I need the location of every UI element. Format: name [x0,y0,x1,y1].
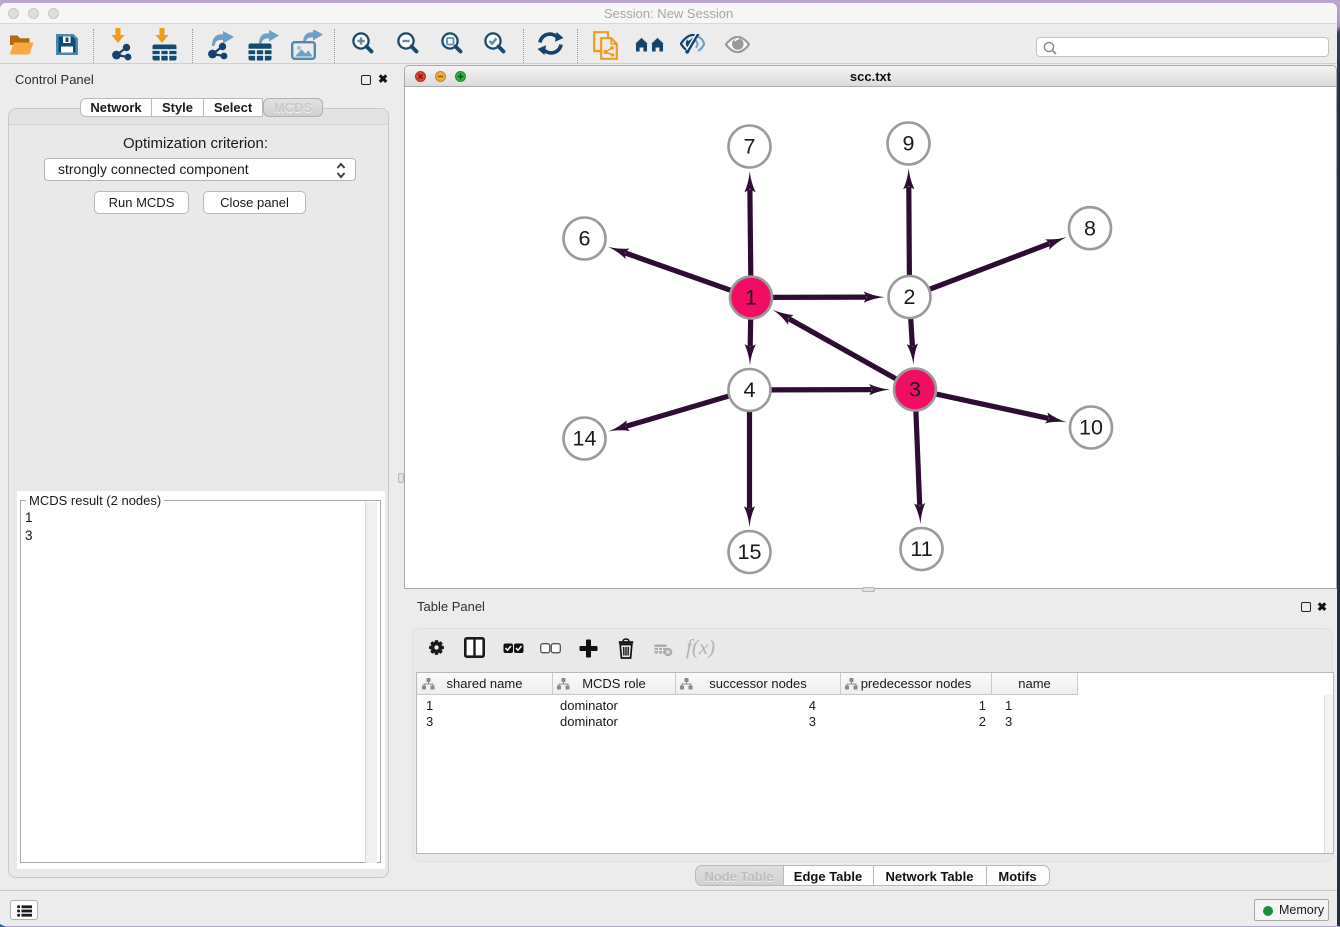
svg-text:10: 10 [1079,416,1103,440]
svg-text:9: 9 [903,132,915,156]
svg-text:8: 8 [1084,216,1096,240]
svg-text:14: 14 [573,427,597,451]
svg-text:1: 1 [745,286,757,310]
svg-text:7: 7 [744,135,756,159]
svg-text:6: 6 [579,227,591,251]
svg-text:3: 3 [909,378,921,402]
svg-text:15: 15 [738,540,762,564]
svg-text:4: 4 [744,378,756,402]
svg-text:11: 11 [910,537,932,561]
svg-text:2: 2 [904,285,916,309]
